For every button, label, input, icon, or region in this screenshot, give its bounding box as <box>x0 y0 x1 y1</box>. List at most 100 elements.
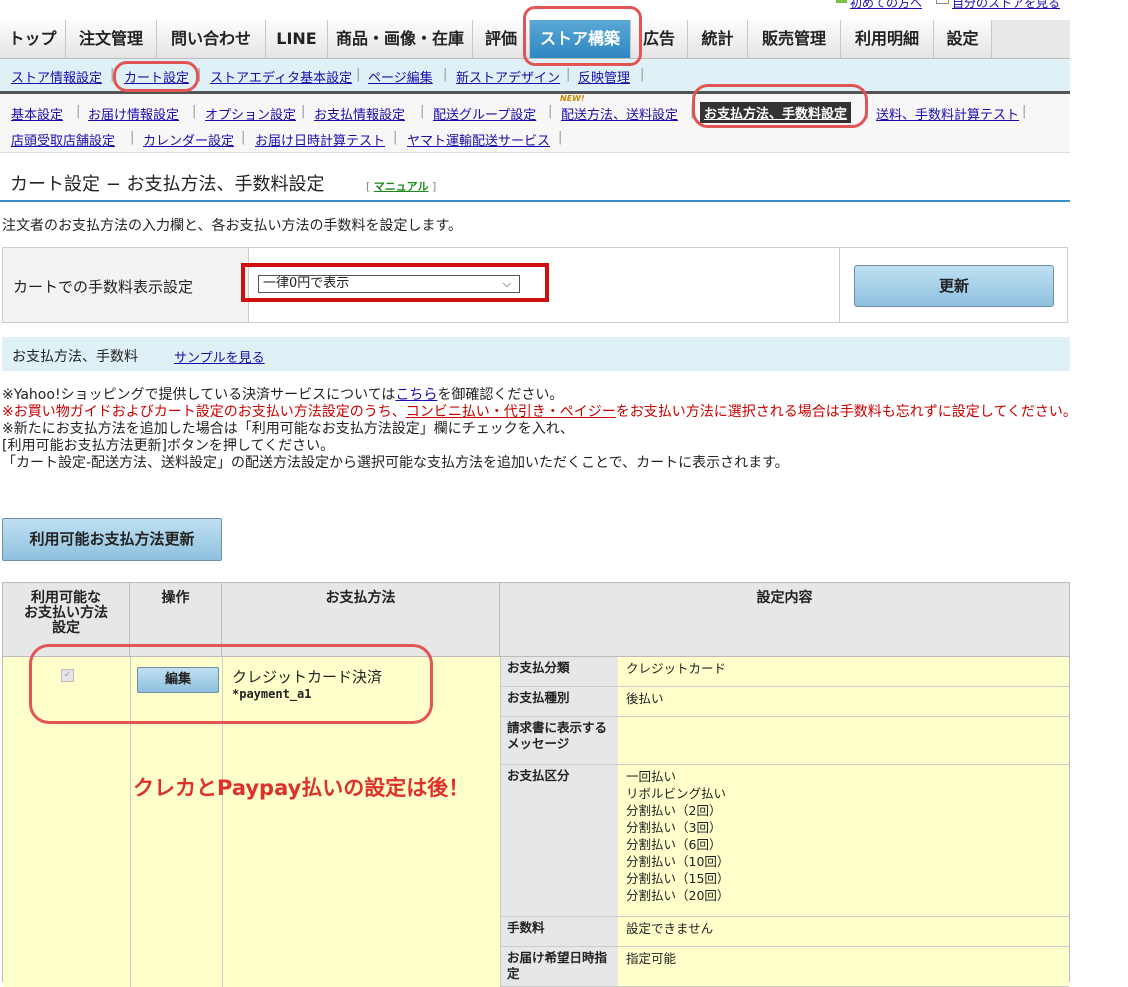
divider: | <box>640 67 645 82</box>
page-description: 注文者のお支払方法の入力欄と、各お支払い方法の手数料を設定します。 <box>2 218 463 234</box>
nav-payment-fee[interactable]: お支払方法、手数料設定 <box>700 102 852 123</box>
divider <box>130 657 131 987</box>
manual-link[interactable]: マニュアル <box>374 180 429 193</box>
tab-billing[interactable]: 利用明細 <box>841 20 934 58</box>
divider: | <box>420 104 425 119</box>
fee-display-label: カートでの手数料表示設定 <box>13 278 194 296</box>
divider: | <box>76 104 81 119</box>
note-line: ※新たにお支払方法を追加した場合は「利用可能なお支払方法設定」欄にチェックを入れ… <box>2 421 574 437</box>
tab-orders[interactable]: 注文管理 <box>66 20 157 58</box>
fee-display-setting: カートでの手数料表示設定 一律0円で表示 ⌵ 更新 <box>2 247 1068 323</box>
divider: | <box>197 67 202 82</box>
handwritten-annotation: クレカとPaypay払いの設定は後！ <box>133 776 470 800</box>
fee-display-select[interactable]: 一律0円で表示 ⌵ <box>258 275 520 293</box>
tab-store-build[interactable]: ストア構築 <box>530 20 631 58</box>
note-line: [利用可能お支払方法更新]ボタンを押してください。 <box>2 438 335 454</box>
update-button[interactable]: 更新 <box>854 265 1054 307</box>
note-line-warning: ※お買い物ガイドおよびカート設定のお支払い方法設定のうち、コンビニ払い・代引き・… <box>2 404 1082 421</box>
payment-section-header: お支払方法、手数料 サンプルを見る <box>2 337 1070 371</box>
nav-payment-info[interactable]: お支払情報設定 <box>314 104 405 123</box>
convenience-cod-link[interactable]: コンビニ払い・代引き・ペイジー <box>406 404 616 420</box>
subnav-page-edit[interactable]: ページ編集 <box>368 67 433 86</box>
detail-value <box>618 717 1069 765</box>
divider: | <box>690 104 695 119</box>
detail-value: 後払い <box>618 687 1069 717</box>
store-build-subnav: ストア情報設定 | カート設定 | ストアエディタ基本設定 | ページ編集 | … <box>0 59 1070 94</box>
divider: | <box>241 130 246 145</box>
beginner-icon <box>835 0 847 3</box>
nav-pickup-store[interactable]: 店頭受取店舗設定 <box>11 130 115 149</box>
edit-button[interactable]: 編集 <box>137 667 219 693</box>
header-method: お支払方法 <box>222 583 500 657</box>
nav-calendar[interactable]: カレンダー設定 <box>143 130 234 149</box>
header-operation: 操作 <box>130 583 222 657</box>
tab-stats[interactable]: 統計 <box>688 20 748 58</box>
detail-key: お支払分類 <box>501 657 618 687</box>
detail-value: 設定できません <box>618 917 1069 947</box>
note-text: を御確認ください。 <box>437 387 564 403</box>
note-line: ※Yahoo!ショッピングで提供している決済サービスについてはこちらを御確認くだ… <box>2 387 1082 404</box>
tab-settings[interactable]: 設定 <box>934 20 992 58</box>
nav-yamato[interactable]: ヤマト運輸配送サービス <box>407 130 550 149</box>
fee-display-selected: 一律0円で表示 <box>263 276 350 291</box>
chevron-down-icon: ⌵ <box>502 277 511 290</box>
nav-options[interactable]: オプション設定 <box>205 104 296 123</box>
tab-ads[interactable]: 広告 <box>631 20 688 58</box>
subnav-editor-basic[interactable]: ストアエディタ基本設定 <box>210 67 352 86</box>
tab-reviews[interactable]: 評価 <box>473 20 530 58</box>
nav-basic[interactable]: 基本設定 <box>11 104 63 123</box>
notes: ※Yahoo!ショッピングで提供している決済サービスについてはこちらを御確認くだ… <box>2 387 1082 472</box>
tab-products[interactable]: 商品・画像・在庫 <box>328 20 473 58</box>
subnav-cart-settings[interactable]: カート設定 <box>124 67 189 86</box>
sample-link[interactable]: サンプルを見る <box>174 347 265 366</box>
nav-shipping-group[interactable]: 配送グループ設定 <box>433 104 536 123</box>
divider: | <box>548 104 553 119</box>
divider: | <box>1022 104 1027 119</box>
my-store-link[interactable]: 自分のストアを見る <box>935 0 1060 10</box>
utility-links: 初めての方へ 自分のストアを見る <box>835 0 1060 12</box>
first-time-label[interactable]: 初めての方へ <box>850 0 922 10</box>
subnav-new-design[interactable]: 新ストアデザイン <box>456 67 560 86</box>
tab-sales[interactable]: 販売管理 <box>748 20 841 58</box>
update-available-methods-button[interactable]: 利用可能お支払方法更新 <box>2 518 222 561</box>
divider: | <box>301 104 306 119</box>
tab-top[interactable]: トップ <box>0 20 66 58</box>
fee-display-label-cell: カートでの手数料表示設定 <box>3 248 249 322</box>
divider: | <box>566 67 571 82</box>
nav-fee-test[interactable]: 送料、手数料計算テスト <box>876 104 1019 123</box>
divider: | <box>558 130 563 145</box>
subnav-store-info[interactable]: ストア情報設定 <box>11 67 102 86</box>
store-icon <box>935 0 949 4</box>
manual-link-wrap: [ マニュアル ] <box>366 180 437 193</box>
method-code: *payment_a1 <box>232 687 312 701</box>
first-time-link[interactable]: 初めての方へ <box>835 0 922 10</box>
table-row: ✓ 編集 クレジットカード決済 *payment_a1 お支払分類 クレジットカ… <box>3 657 1069 987</box>
detail-key: お支払区分 <box>501 765 618 917</box>
detail-key: お支払種別 <box>501 687 618 717</box>
divider: | <box>192 104 197 119</box>
note-text: をお支払い方法に選択される場合は手数料も忘れずに設定してください。 <box>615 404 1077 420</box>
my-store-label[interactable]: 自分のストアを見る <box>952 0 1060 10</box>
divider: | <box>130 130 135 145</box>
page-title: カート設定 − お支払方法、手数料設定 <box>10 174 325 195</box>
payment-services-link[interactable]: こちら <box>395 387 437 403</box>
detail-value: 一回払い リボルビング払い 分割払い（2回） 分割払い（3回） 分割払い（6回）… <box>618 765 1069 917</box>
method-name: クレジットカード決済 <box>232 668 383 686</box>
cell-divider <box>839 248 840 322</box>
nav-delivery-info[interactable]: お届け情報設定 <box>88 104 179 123</box>
page-title-bar: カート設定 − お支払方法、手数料設定 [ マニュアル ] <box>0 164 1070 202</box>
detail-key: 請求書に表示するメッセージ <box>501 717 618 765</box>
note-text: ※お買い物ガイドおよびカート設定のお支払い方法設定のうち、 <box>2 404 406 420</box>
tab-inquiries[interactable]: 問い合わせ <box>157 20 266 58</box>
divider: | <box>356 67 361 82</box>
tab-line[interactable]: LINE <box>266 20 328 58</box>
divider: | <box>393 130 398 145</box>
subnav-publish[interactable]: 反映管理 <box>578 67 630 86</box>
divider: | <box>865 104 870 119</box>
divider <box>222 657 223 987</box>
cart-settings-nav: 基本設定 | お届け情報設定 | オプション設定 | お支払情報設定 | 配送グ… <box>0 94 1070 153</box>
nav-shipping-method[interactable]: 配送方法、送料設定 <box>561 104 678 123</box>
available-checkbox[interactable]: ✓ <box>61 669 74 682</box>
main-tabs: トップ 注文管理 問い合わせ LINE 商品・画像・在庫 評価 ストア構築 広告… <box>0 20 1070 59</box>
nav-delivery-date-test[interactable]: お届け日時計算テスト <box>255 130 385 149</box>
